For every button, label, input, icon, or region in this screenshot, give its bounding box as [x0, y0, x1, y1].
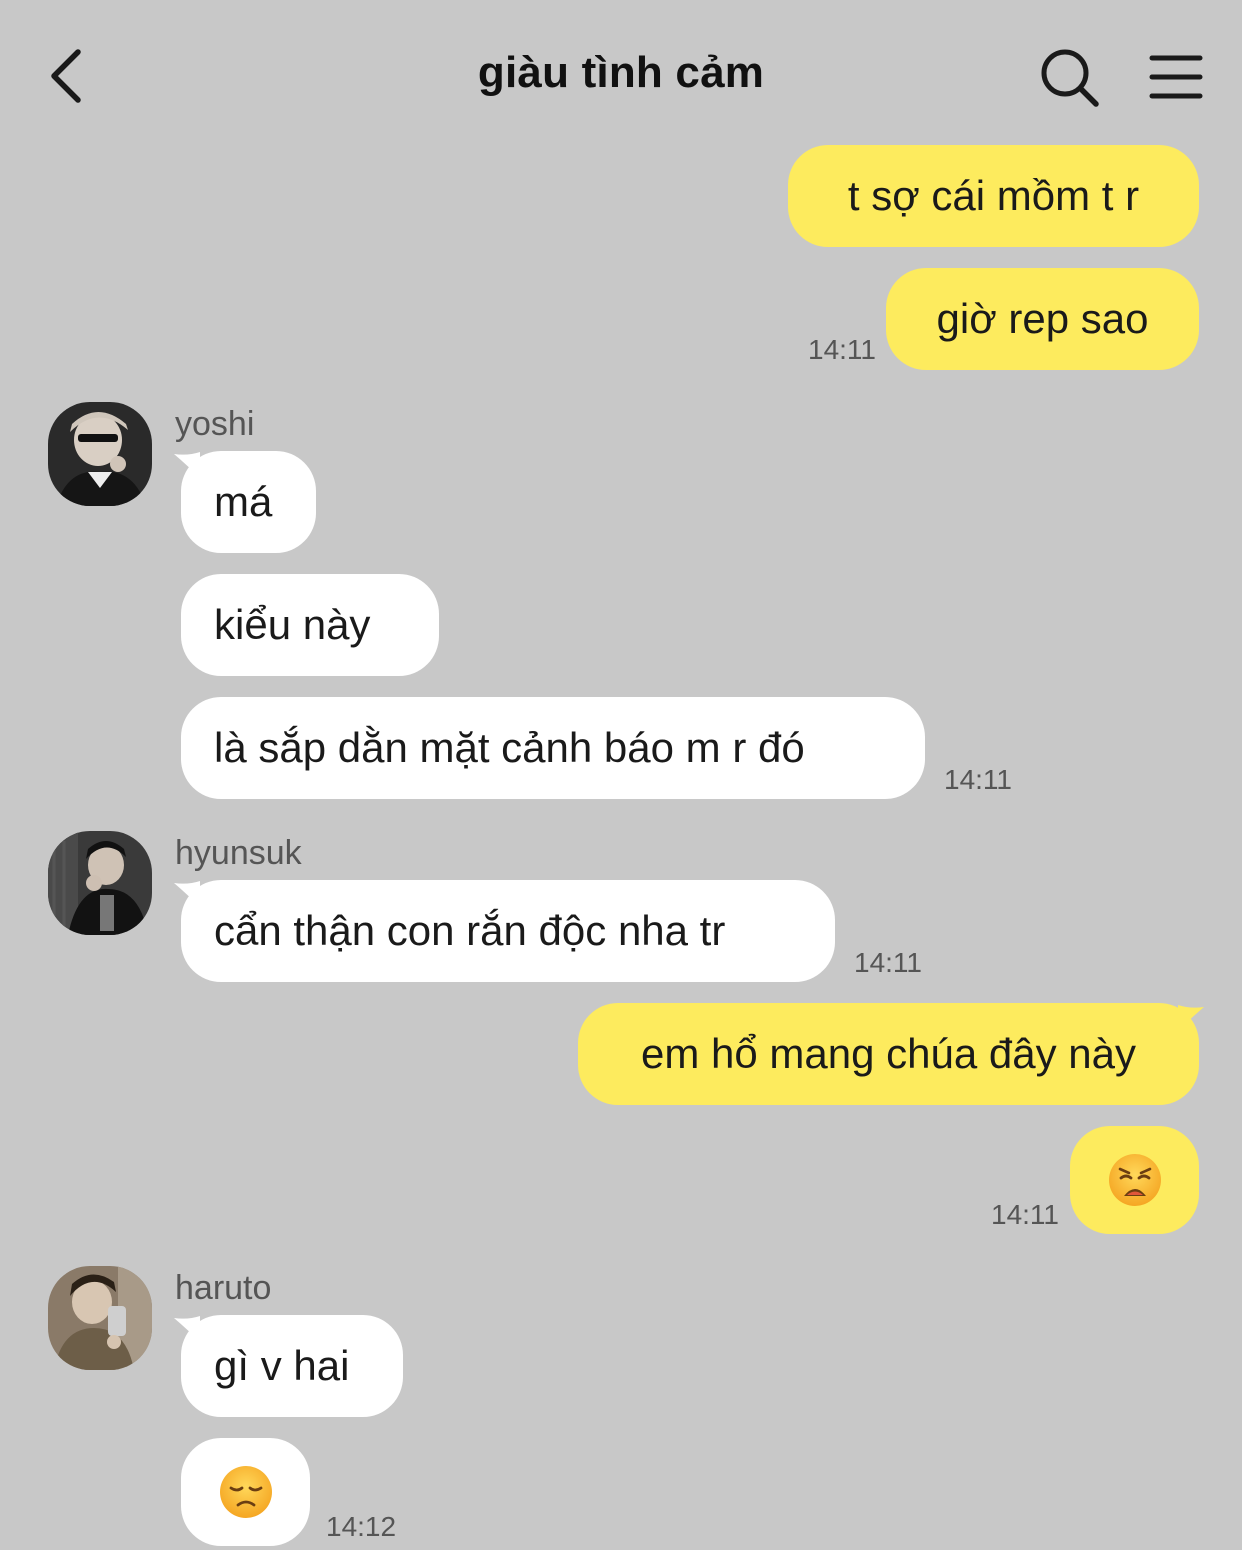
message-timestamp: 14:11	[944, 764, 1012, 795]
disappointed-face-emoji	[219, 1466, 272, 1518]
message-timestamp: 14:12	[326, 1511, 397, 1542]
my-message-bubble[interactable]: t sợ cái mồm t r	[788, 145, 1199, 247]
message-text: gì v hai	[214, 1342, 350, 1389]
my-message-bubble[interactable]: giờ rep sao	[886, 268, 1199, 370]
their-message-bubble[interactable]: má	[181, 451, 316, 553]
avatar-photo	[48, 402, 152, 506]
their-emoji-bubble[interactable]	[181, 1438, 310, 1546]
avatar-haruto[interactable]	[48, 1266, 152, 1370]
menu-icon	[1149, 55, 1203, 99]
sender-name: yoshi	[175, 405, 255, 443]
their-message-bubble[interactable]: gì v hai	[181, 1315, 403, 1417]
message-timestamp: 14:11	[854, 947, 922, 978]
search-icon	[1041, 49, 1099, 107]
search-button[interactable]	[1036, 44, 1104, 112]
message-text: t sợ cái mồm t r	[847, 172, 1140, 219]
message-text: kiểu này	[214, 601, 371, 648]
message-text: cẩn thận con rắn độc nha tr	[214, 907, 726, 954]
message-text: giờ rep sao	[936, 295, 1149, 342]
their-message-bubble[interactable]: là sắp dằn mặt cảnh báo m r đó	[181, 697, 925, 799]
sender-name: hyunsuk	[175, 834, 302, 872]
message-text: em hổ mang chúa đây này	[641, 1030, 1136, 1077]
avatar-yoshi[interactable]	[48, 402, 152, 506]
sender-name: haruto	[175, 1269, 272, 1307]
avatar-photo	[48, 831, 152, 935]
message-text: má	[214, 478, 273, 525]
menu-button[interactable]	[1142, 44, 1210, 112]
message-timestamp: 14:11	[808, 334, 876, 365]
their-message-bubble[interactable]: kiểu này	[181, 574, 439, 676]
my-emoji-bubble[interactable]	[1070, 1126, 1199, 1234]
avatar-hyunsuk[interactable]	[48, 831, 152, 935]
avatar-photo	[48, 1266, 152, 1370]
weary-face-emoji	[1108, 1154, 1161, 1206]
my-message-bubble[interactable]: em hổ mang chúa đây này	[578, 1003, 1199, 1105]
chat-screen: giàu tình cảm t sợ cái mồm t r 14:11 giờ…	[0, 0, 1242, 1550]
their-message-bubble[interactable]: cẩn thận con rắn độc nha tr	[181, 880, 835, 982]
chat-header: giàu tình cảm	[0, 0, 1242, 140]
message-timestamp: 14:11	[991, 1199, 1059, 1230]
message-text: là sắp dằn mặt cảnh báo m r đó	[214, 724, 805, 771]
